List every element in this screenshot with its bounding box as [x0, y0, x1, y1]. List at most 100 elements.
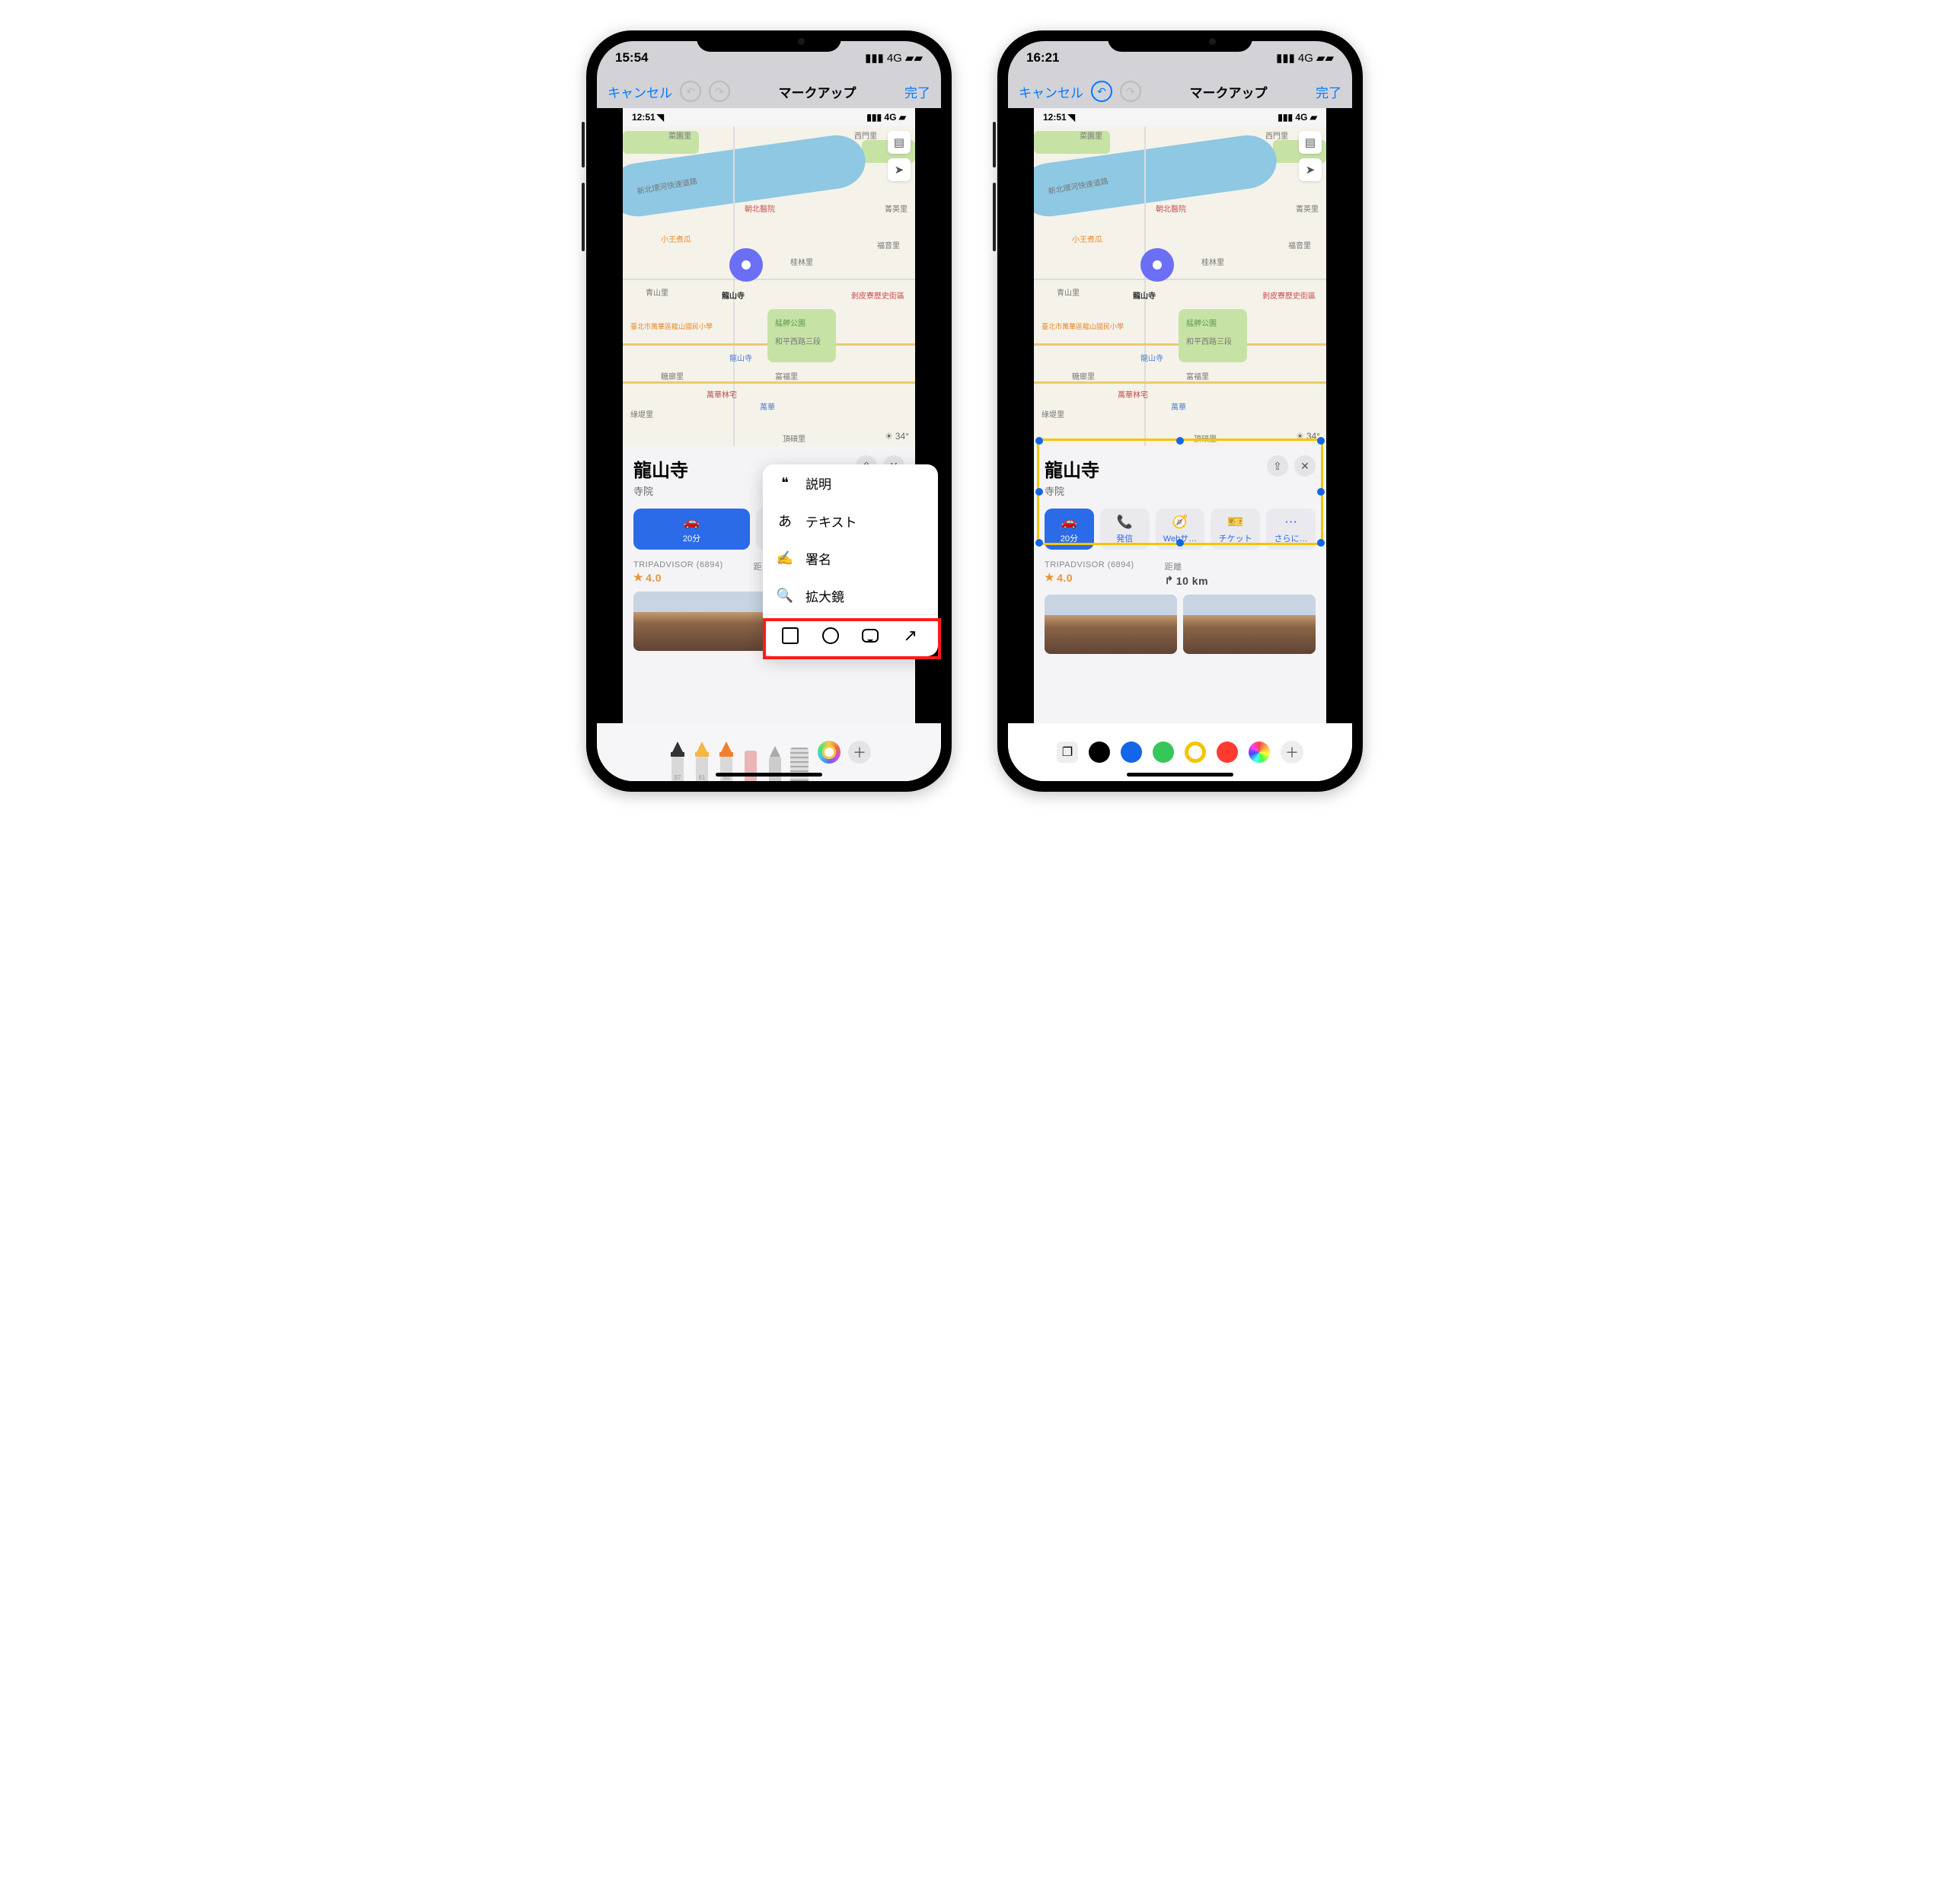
- weather-badge: ☀34°: [885, 431, 909, 442]
- sun-icon: ☀: [1296, 431, 1304, 442]
- map-label: 臺北市萬華區龍山國民小學: [630, 321, 713, 331]
- signature-icon: ✍: [775, 550, 795, 566]
- popup-text[interactable]: あ テキスト: [763, 502, 938, 540]
- magnifier-icon: 🔍: [775, 588, 795, 604]
- battery-icon: ▰▰: [905, 51, 923, 65]
- color-picker[interactable]: [818, 741, 841, 764]
- sun-icon: ☀: [885, 431, 893, 442]
- map-style-button[interactable]: ▤: [888, 131, 911, 154]
- map-label: 萬華林宅: [707, 388, 737, 400]
- color-black[interactable]: [1089, 742, 1110, 763]
- inner-status-bar: 12:51◥ ▮▮▮ 4G ▰: [623, 108, 915, 126]
- location-icon: ◥: [657, 112, 664, 123]
- screen: 16:21 ▮▮▮ 4G ▰▰ キャンセル ↶ ↷ マークアップ 完了 12:5…: [1008, 41, 1352, 781]
- notch: [1108, 30, 1252, 52]
- nav-left: キャンセル ↶ ↷: [608, 81, 730, 102]
- map-pin: [1140, 248, 1174, 282]
- undo-button[interactable]: ↶: [1091, 81, 1112, 102]
- nav-bar: キャンセル ↶ ↷ マークアップ 完了: [597, 75, 941, 108]
- route-icon: ↱: [1165, 574, 1174, 587]
- layers-button[interactable]: ❐: [1057, 742, 1078, 763]
- place-title: 龍山寺: [1045, 455, 1099, 482]
- add-shape-button[interactable]: ＋: [848, 741, 871, 764]
- ticket-button[interactable]: 🎫チケット: [1211, 509, 1260, 550]
- map-label: 西門里: [854, 129, 877, 141]
- shape-bubble[interactable]: [859, 624, 882, 647]
- more-button[interactable]: ⋯さらに…: [1266, 509, 1316, 550]
- redo-button[interactable]: ↷: [1120, 81, 1141, 102]
- weather-badge: ☀34°: [1296, 431, 1320, 442]
- pen-tool[interactable]: 97: [667, 735, 688, 781]
- inner-status-bar: 12:51◥ ▮▮▮ 4G ▰: [1034, 108, 1326, 126]
- place-subtitle: 寺院: [633, 483, 688, 498]
- color-blue[interactable]: [1121, 742, 1142, 763]
- map-label: 菁英里: [885, 203, 908, 214]
- home-indicator[interactable]: [1127, 773, 1233, 777]
- map-label: 福音里: [877, 239, 900, 250]
- map-label: 糖廍里: [661, 370, 684, 381]
- signal-icon: ▮▮▮: [1276, 51, 1295, 65]
- color-wheel[interactable]: [1249, 742, 1270, 763]
- cancel-button[interactable]: キャンセル: [608, 82, 672, 101]
- locate-button[interactable]: ➤: [888, 158, 911, 181]
- call-button[interactable]: 📞発信: [1100, 509, 1150, 550]
- compass-icon: 🧭: [1172, 515, 1188, 530]
- map-label: 艋舺公園: [775, 317, 805, 328]
- marker-tool[interactable]: 81: [691, 735, 713, 781]
- car-icon: 🚗: [1061, 515, 1077, 530]
- place-photo[interactable]: [1183, 595, 1316, 654]
- directions-button[interactable]: 🚗20分: [1045, 509, 1094, 550]
- popup-signature[interactable]: ✍ 署名: [763, 540, 938, 577]
- caption-icon: ❝: [775, 475, 795, 491]
- screenshot-canvas[interactable]: 12:51◥ ▮▮▮ 4G ▰ ▤ ➤ 菜園里 西門里 新北環河快速道路: [1034, 108, 1326, 723]
- content-area: 12:51◥ ▮▮▮ 4G ▰ ▤ ➤ 菜園里 西門里 新北環河快速道路: [1008, 108, 1352, 723]
- shape-square[interactable]: [779, 624, 802, 647]
- network-label: 4G: [1298, 52, 1313, 65]
- map-label: 綠堤里: [630, 408, 653, 419]
- directions-button[interactable]: 🚗 20分: [633, 509, 750, 550]
- popup-shape-row: ↗: [763, 614, 938, 656]
- map-label: 萬華: [760, 400, 775, 412]
- map-controls: ▤ ➤: [888, 131, 911, 181]
- popup-caption[interactable]: ❝ 説明: [763, 464, 938, 502]
- map-label: 朝北醫院: [745, 203, 775, 214]
- color-red[interactable]: [1217, 742, 1238, 763]
- inner-time: 12:51◥: [632, 112, 664, 123]
- distance-label: 距: [754, 560, 763, 572]
- popup-magnifier[interactable]: 🔍 拡大鏡: [763, 577, 938, 614]
- home-indicator[interactable]: [716, 773, 822, 777]
- map-label: 青山里: [646, 286, 668, 298]
- share-button[interactable]: ⇪: [1267, 455, 1288, 477]
- color-yellow[interactable]: [1185, 742, 1206, 763]
- content-area: 12:51◥ ▮▮▮ 4G ▰ ▤ ➤ 菜園里 西門里 新北環河快速道路: [597, 108, 941, 723]
- status-time: 15:54: [615, 50, 648, 65]
- map-label: 剝皮寮歷史街區: [851, 289, 904, 301]
- done-button[interactable]: 完了: [904, 82, 930, 101]
- phone-left: 15:54 ▮▮▮ 4G ▰▰ キャンセル ↶ ↷ マークアップ 完了 12:5…: [586, 30, 952, 792]
- rating: ★4.0: [1045, 571, 1134, 584]
- map-style-button[interactable]: ▤: [1299, 131, 1322, 154]
- locate-button[interactable]: ➤: [1299, 158, 1322, 181]
- close-button[interactable]: ✕: [1294, 455, 1316, 477]
- phone-right: 16:21 ▮▮▮ 4G ▰▰ キャンセル ↶ ↷ マークアップ 完了 12:5…: [997, 30, 1363, 792]
- map-label: 桂林里: [790, 256, 813, 267]
- color-green[interactable]: [1153, 742, 1174, 763]
- text-icon: あ: [775, 511, 795, 531]
- map-label: 菜園里: [668, 129, 691, 141]
- star-icon: ★: [1045, 571, 1054, 584]
- shape-arrow[interactable]: ↗: [899, 624, 922, 647]
- nav-title: マークアップ: [779, 82, 856, 101]
- inner-network: ▮▮▮ 4G ▰: [866, 112, 906, 123]
- map-label: 龍山寺: [729, 352, 752, 363]
- redo-button[interactable]: ↷: [709, 81, 730, 102]
- add-shape-button[interactable]: ＋: [1281, 741, 1303, 764]
- nav-right: 完了: [904, 82, 930, 101]
- shape-circle[interactable]: [819, 624, 842, 647]
- undo-button[interactable]: ↶: [680, 81, 701, 102]
- website-button[interactable]: 🧭Webサ…: [1156, 509, 1205, 550]
- screen: 15:54 ▮▮▮ 4G ▰▰ キャンセル ↶ ↷ マークアップ 完了 12:5…: [597, 41, 941, 781]
- place-photo[interactable]: [1045, 595, 1177, 654]
- cancel-button[interactable]: キャンセル: [1019, 82, 1083, 101]
- done-button[interactable]: 完了: [1316, 82, 1341, 101]
- map-label: 小王煮瓜: [661, 233, 691, 244]
